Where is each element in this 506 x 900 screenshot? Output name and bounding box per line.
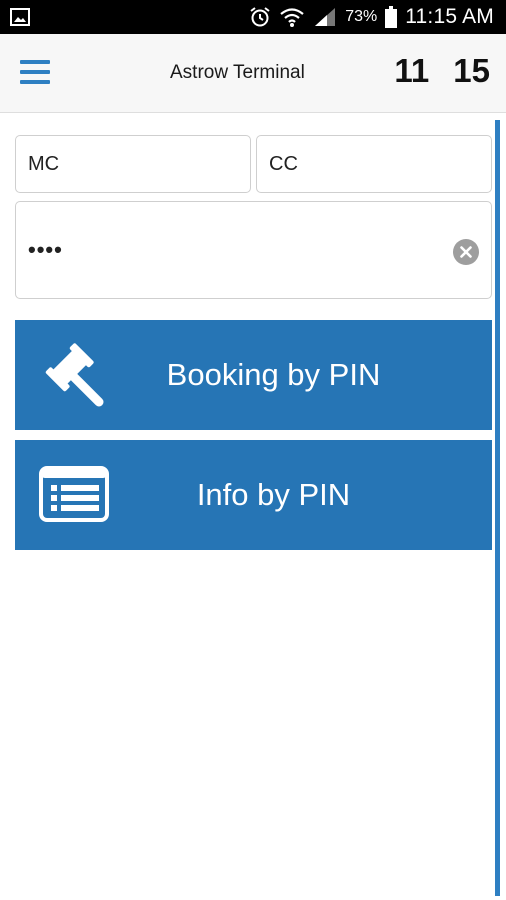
close-icon bbox=[460, 246, 472, 258]
status-time: 11:15 AM bbox=[405, 5, 494, 28]
mc-field[interactable]: MC bbox=[15, 135, 251, 193]
clear-pin-button[interactable] bbox=[453, 239, 479, 265]
hamburger-menu-icon[interactable] bbox=[20, 60, 50, 86]
signal-icon bbox=[315, 8, 336, 26]
battery-percent: 73% bbox=[345, 8, 378, 25]
wifi-icon bbox=[280, 8, 304, 27]
booking-by-pin-button[interactable]: Booking by PIN bbox=[15, 320, 492, 430]
pin-field-value: •••• bbox=[28, 237, 63, 262]
app-header: Astrow Terminal 11 15 bbox=[0, 34, 506, 113]
clock-minutes: 15 bbox=[453, 52, 490, 89]
scroll-indicator[interactable] bbox=[495, 120, 500, 896]
cc-field-value: CC bbox=[269, 152, 298, 175]
status-bar-right: 73% 11:15 AM bbox=[249, 0, 494, 34]
app-title: Astrow Terminal bbox=[170, 62, 305, 83]
cc-field[interactable]: CC bbox=[256, 135, 492, 193]
battery-icon bbox=[385, 6, 398, 28]
info-by-pin-label: Info by PIN bbox=[196, 477, 351, 512]
image-icon bbox=[10, 8, 30, 26]
status-bar: 73% 11:15 AM bbox=[0, 0, 506, 34]
info-by-pin-button[interactable]: Info by PIN bbox=[15, 440, 492, 550]
booking-by-pin-label: Booking by PIN bbox=[166, 357, 381, 392]
alarm-icon bbox=[250, 7, 270, 27]
header-clock: 11 15 bbox=[394, 52, 490, 90]
pin-field[interactable]: •••• bbox=[15, 201, 492, 299]
mc-field-value: MC bbox=[28, 152, 60, 175]
clock-hours: 11 bbox=[394, 52, 430, 89]
